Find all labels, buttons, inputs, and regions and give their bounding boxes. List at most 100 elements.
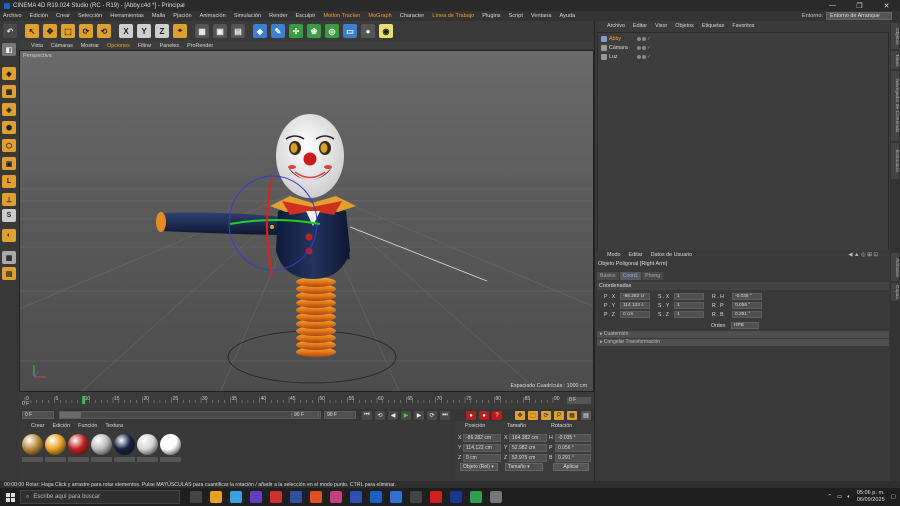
render-settings-icon[interactable]: ▤ [231, 24, 245, 38]
prev-key-button[interactable]: ⟲ [375, 411, 385, 420]
prev-frame-button[interactable]: ◀ [388, 411, 398, 420]
size-value-field[interactable]: 52.975 cm [509, 454, 547, 462]
attr-scale-field[interactable]: 1 [674, 302, 704, 309]
end-frame-field[interactable]: 90 F [324, 411, 356, 419]
menu-9[interactable]: Render [269, 13, 287, 19]
material-menu-0[interactable]: Crear [31, 423, 44, 429]
material-swatch[interactable] [22, 434, 43, 455]
tab-takes[interactable]: Takes [891, 51, 899, 69]
volume-icon[interactable]: 🔈︎ [847, 494, 850, 501]
rotate-icon[interactable]: ⟳ [79, 24, 93, 38]
light-icon[interactable]: ◉ [379, 24, 393, 38]
coord-system-icon[interactable]: ⌖ [173, 24, 187, 38]
tab-content-browser[interactable]: Navegador de Contenido [891, 71, 899, 141]
material-swatch[interactable] [137, 434, 158, 455]
pos-value-field[interactable]: -86.282 cm [463, 434, 501, 442]
move-icon[interactable]: ✥ [43, 24, 57, 38]
scene-icon[interactable]: ▭ [343, 24, 357, 38]
tab-capas[interactable]: Capas [891, 283, 899, 301]
minimize-button[interactable]: — [819, 0, 846, 11]
viewport-menu-2[interactable]: Mostrar [81, 43, 99, 49]
menu-10[interactable]: Esculpir [295, 13, 315, 19]
attr-tab-1[interactable]: Coord. [619, 272, 642, 280]
key-rotation-button[interactable]: ⟳ [541, 411, 551, 420]
rot-value-field[interactable]: -0.035 ° [555, 434, 591, 442]
windows-start-button[interactable] [0, 488, 20, 506]
material-menu-2[interactable]: Función [78, 423, 97, 429]
attr-scale-field[interactable]: 1 [674, 293, 704, 300]
enabled-check-icon[interactable]: ✓ [647, 54, 652, 60]
taskbar-clock[interactable]: 05:06 p. m. 06/09/2025 [857, 490, 885, 504]
menu-2[interactable]: Crear [56, 13, 70, 19]
menu-6[interactable]: Pjación [173, 13, 191, 19]
object-menu-0[interactable]: Archivo [607, 23, 625, 32]
go-start-button[interactable]: ⏮ [362, 411, 372, 420]
pen-icon[interactable]: ✎ [271, 24, 285, 38]
taskbar-app-icon[interactable] [350, 491, 362, 503]
camera-icon[interactable]: ● [361, 24, 375, 38]
attr-rot-field[interactable]: 0.056 ° [732, 302, 762, 309]
start-frame-field[interactable]: 0 F [22, 411, 54, 419]
key-pla-button[interactable]: ▦ [567, 411, 577, 420]
cloner-icon[interactable]: ❀ [307, 24, 321, 38]
keyframe-selection-button[interactable]: ? [492, 411, 502, 420]
next-key-button[interactable]: ⟳ [427, 411, 437, 420]
material-swatch[interactable] [114, 434, 135, 455]
rot-value-field[interactable]: 0.056 ° [555, 444, 591, 452]
visibility-dots[interactable] [637, 55, 647, 59]
maximize-button[interactable]: ❐ [846, 0, 873, 11]
live-select-icon[interactable]: ↖ [25, 24, 39, 38]
rot-value-field[interactable]: 0.291 ° [555, 454, 591, 462]
object-row[interactable]: Luz ✓ [601, 53, 886, 61]
object-row[interactable]: Cámara ✓ [601, 44, 886, 52]
model-mode-icon[interactable]: ◆ [2, 67, 16, 80]
attr-menu-2[interactable]: Datos de Usuario [651, 252, 693, 258]
attr-nav-icons[interactable]: ◀ ▲ ◎ ⊞ ⊡ [848, 252, 878, 258]
attr-menu-0[interactable]: Modo [607, 252, 621, 258]
size-value-field[interactable]: 164.382 cm [509, 434, 547, 442]
attr-pos-field[interactable]: 0 cm [620, 311, 650, 318]
taskbar-app-icon[interactable] [250, 491, 262, 503]
tweak-icon[interactable]: ⊥ [2, 193, 16, 206]
taskbar-app-icon[interactable] [390, 491, 402, 503]
menu-7[interactable]: Animación [200, 13, 226, 19]
play-button[interactable]: ▶ [401, 411, 411, 420]
menu-16[interactable]: Script [509, 13, 523, 19]
subdivision-icon[interactable]: ✣ [289, 24, 303, 38]
menu-12[interactable]: MoGraph [368, 13, 391, 19]
taskbar-app-icon[interactable] [230, 491, 242, 503]
menu-14[interactable]: Línea de Trabajo [432, 13, 474, 19]
edge-mode-icon[interactable]: ⬡ [2, 139, 16, 152]
menu-8[interactable]: Simulación [234, 13, 261, 19]
playhead-marker[interactable] [82, 396, 86, 404]
size-value-field[interactable]: 52.982 cm [509, 444, 547, 452]
object-menu-2[interactable]: Visor [655, 23, 667, 32]
polygon-mode-icon[interactable]: ▣ [2, 157, 16, 170]
taskbar-app-icon[interactable] [270, 491, 282, 503]
object-menu-3[interactable]: Objetos [675, 23, 694, 32]
range-slider[interactable] [59, 411, 321, 419]
taskbar-app-icon[interactable] [310, 491, 322, 503]
close-button[interactable]: ✕ [873, 0, 900, 11]
menu-15[interactable]: Plugins [482, 13, 500, 19]
material-swatch[interactable] [68, 434, 89, 455]
apply-button[interactable]: Aplicar [553, 463, 589, 471]
attr-pos-field[interactable]: -86.282 cr [620, 293, 650, 300]
taskbar-app-icon[interactable] [190, 491, 202, 503]
cube-icon[interactable]: ◈ [253, 24, 267, 38]
viewport-menu-5[interactable]: Paneles [160, 43, 179, 49]
menu-5[interactable]: Malla [152, 13, 165, 19]
key-param-button[interactable]: P [554, 411, 564, 420]
timeline-layout-icon[interactable]: ▤ [581, 411, 591, 420]
timeline-ruler[interactable]: 0 5 10 15 20 25 30 35 40 45 50 55 60 65 70 75 80 85 90 0 F… [19, 392, 594, 409]
render-view-icon[interactable]: ▣ [213, 24, 227, 38]
enabled-check-icon[interactable]: ✓ [647, 45, 652, 51]
menu-4[interactable]: Herramientas [110, 13, 144, 19]
make-editable-icon[interactable]: ◧ [2, 43, 16, 56]
taskbar-app-icon[interactable] [330, 491, 342, 503]
attr-rot-field[interactable]: -0.035 ° [732, 293, 762, 300]
recent-icon[interactable]: ⟲ [97, 24, 111, 38]
x-axis-icon[interactable]: X [119, 24, 133, 38]
visibility-dots[interactable] [637, 37, 647, 41]
object-menu-4[interactable]: Etiquetas [702, 23, 724, 32]
